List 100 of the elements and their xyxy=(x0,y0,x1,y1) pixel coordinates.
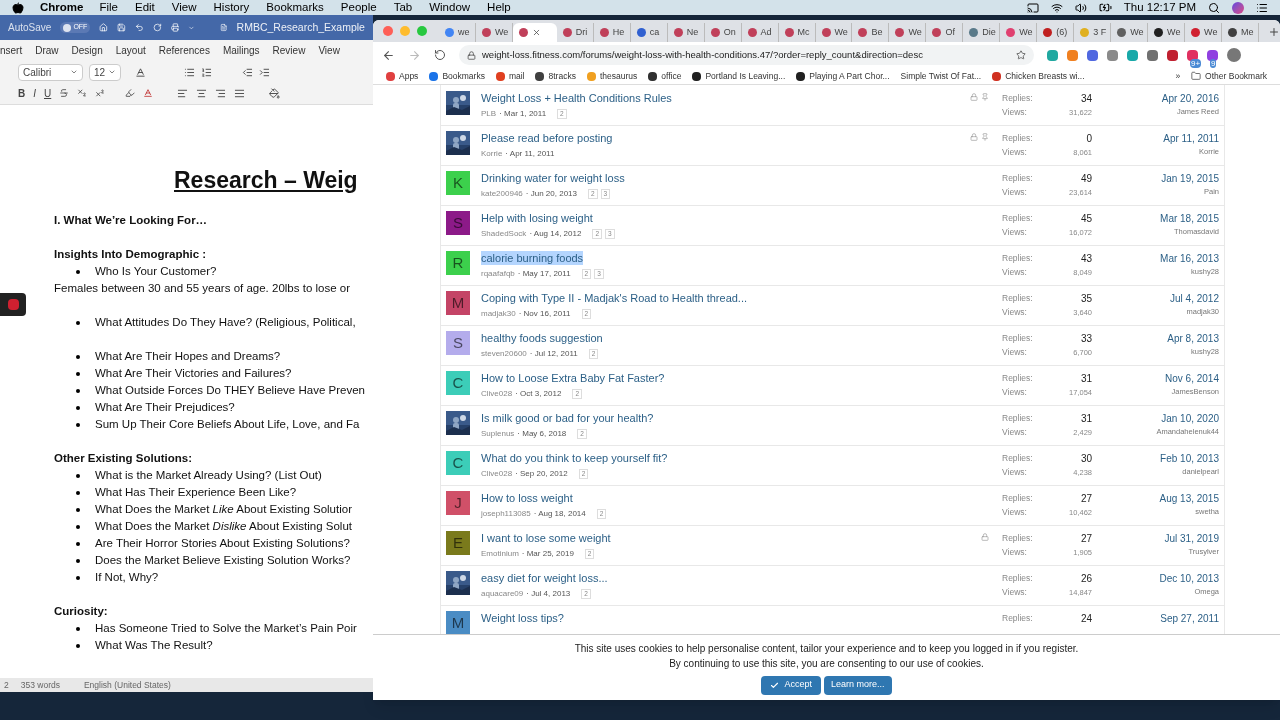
thread-title[interactable]: How to loss weight xyxy=(481,491,573,505)
thread-author[interactable]: Emotinium xyxy=(481,548,519,560)
ribbon-tab[interactable]: Layout xyxy=(115,42,146,58)
format-button[interactable]: I xyxy=(33,85,36,101)
thread-author[interactable]: joseph113085 xyxy=(481,508,531,520)
align-center-icon[interactable] xyxy=(196,87,208,99)
new-tab-icon[interactable] xyxy=(1267,26,1280,38)
last-post-date[interactable]: Feb 10, 2013 xyxy=(1160,451,1219,466)
ribbon-tab[interactable]: References xyxy=(158,42,210,58)
thread-title[interactable]: Is milk good or bad for your health? xyxy=(481,411,654,425)
highlight-icon[interactable] xyxy=(125,88,136,98)
extension-icon[interactable] xyxy=(1107,49,1118,61)
ribbon-tab[interactable]: Mailings xyxy=(222,42,260,58)
menu-item[interactable]: Window xyxy=(429,0,471,17)
extension-icon[interactable] xyxy=(1127,49,1138,61)
last-post-date[interactable]: Apr 20, 2016 xyxy=(1161,91,1219,106)
align-right-icon[interactable] xyxy=(215,87,227,99)
bookmark[interactable]: office xyxy=(648,69,682,83)
thread-title[interactable]: Drinking water for weight loss xyxy=(481,171,625,185)
search-icon[interactable] xyxy=(1208,1,1220,14)
thread-author[interactable]: madjak30 xyxy=(481,308,516,320)
last-post-date[interactable]: Jan 10, 2020 xyxy=(1161,411,1219,426)
wifi-icon[interactable] xyxy=(1050,1,1063,14)
superscript-icon[interactable] xyxy=(95,88,106,98)
last-post-date[interactable]: Mar 18, 2015 xyxy=(1160,211,1219,226)
thread-author[interactable]: PLB xyxy=(481,108,497,120)
align-left-icon[interactable] xyxy=(177,87,189,99)
thread-title[interactable]: calorie burning foods xyxy=(481,251,584,265)
siri-icon[interactable] xyxy=(1232,1,1244,14)
shading-icon[interactable] xyxy=(269,87,281,99)
strikethrough-icon[interactable] xyxy=(59,88,70,98)
menu-item[interactable]: Edit xyxy=(135,0,155,17)
thread-title[interactable]: Help with losing weight xyxy=(481,211,593,225)
volume-icon[interactable] xyxy=(1074,1,1087,14)
airplay-icon[interactable] xyxy=(1026,1,1039,14)
thread-title[interactable]: How to Loose Extra Baby Fat Faster? xyxy=(481,371,665,385)
app-menu[interactable]: Chrome xyxy=(40,0,84,17)
last-post-date[interactable]: Mar 16, 2013 xyxy=(1160,251,1219,266)
thread-title[interactable]: What do you think to keep yourself fit? xyxy=(481,451,668,465)
justify-icon[interactable] xyxy=(234,87,246,99)
thread-author[interactable]: Clive028 xyxy=(481,468,513,480)
bookmark[interactable]: 8tracks xyxy=(535,69,576,83)
avatar[interactable]: K xyxy=(446,171,470,195)
last-post-date[interactable]: Apr 11, 2011 xyxy=(1163,131,1219,146)
indent-icon[interactable] xyxy=(259,66,270,78)
thread-author[interactable]: Korrie xyxy=(481,148,503,160)
ribbon-tab[interactable]: nsert xyxy=(0,42,23,58)
bookmark[interactable]: Playing A Part Chor... xyxy=(796,69,890,83)
font-field[interactable]: Calibri xyxy=(18,63,83,81)
home-icon[interactable] xyxy=(99,21,109,34)
bookmark[interactable]: Portland Is Leaving... xyxy=(692,69,786,83)
last-post-date[interactable]: Nov 6, 2014 xyxy=(1165,371,1219,386)
last-post-date[interactable]: Jul 4, 2012 xyxy=(1170,291,1219,306)
thread-title[interactable]: Weight loss tips? xyxy=(481,611,564,625)
text-color-icon[interactable] xyxy=(143,88,154,98)
ribbon-tab[interactable]: Draw xyxy=(35,42,59,58)
thread-title[interactable]: Coping with Type II - Madjak's Road to Health thread... xyxy=(481,291,748,305)
bookmark[interactable]: thesaurus xyxy=(586,69,638,83)
accept-button[interactable]: Accept xyxy=(761,675,821,695)
bookmark[interactable]: Apps xyxy=(386,69,419,83)
clock[interactable]: Thu 12:17 PM xyxy=(1123,0,1196,17)
thread-author[interactable]: steven20600 xyxy=(481,348,527,360)
thread-author[interactable]: Clive028 xyxy=(481,388,513,400)
bookmark[interactable]: Bookmarks xyxy=(429,69,485,83)
menu-item[interactable]: View xyxy=(171,0,197,17)
subscript-icon[interactable] xyxy=(77,88,88,98)
avatar[interactable]: S xyxy=(446,331,470,355)
thread-title[interactable]: Weight Loss + Health Conditions Rules xyxy=(481,91,672,105)
font-size-field[interactable]: 12 xyxy=(89,63,121,81)
last-post-date[interactable]: Jul 31, 2019 xyxy=(1164,531,1219,546)
last-post-date[interactable]: Apr 8, 2013 xyxy=(1167,331,1219,346)
thread-author[interactable]: ShadedSock xyxy=(481,228,527,240)
notification-center-icon[interactable] xyxy=(1256,1,1268,14)
thread-author[interactable]: rqaafafqb xyxy=(481,268,515,280)
address-bar[interactable]: weight-loss.fitness.com/forums/weight-loss-with-health-conditions.47/?order=reply_count&direction=desc xyxy=(459,45,1034,65)
language-status[interactable]: English (United States) xyxy=(83,678,171,692)
more-bookmarks-button[interactable]: » xyxy=(1175,69,1181,83)
thread-author[interactable]: kate200946 xyxy=(481,188,523,200)
ribbon-tab[interactable]: View xyxy=(318,42,340,58)
menu-item[interactable]: File xyxy=(99,0,118,17)
outdent-icon[interactable] xyxy=(242,66,253,78)
bullets-icon[interactable] xyxy=(184,66,195,78)
extension-icon[interactable] xyxy=(1147,49,1158,61)
menu-item[interactable]: Help xyxy=(487,0,511,17)
ribbon-tab[interactable]: Review xyxy=(272,42,306,58)
back-icon[interactable] xyxy=(382,48,395,62)
extension-icon[interactable] xyxy=(1047,49,1058,61)
print-icon[interactable] xyxy=(170,21,180,34)
last-post-date[interactable]: Aug 13, 2015 xyxy=(1159,491,1219,506)
battery-icon[interactable] xyxy=(1098,1,1112,14)
menu-item[interactable]: History xyxy=(213,0,250,17)
reload-icon[interactable] xyxy=(434,49,446,61)
menu-item[interactable]: People xyxy=(340,0,377,17)
extension-icon[interactable] xyxy=(1067,49,1078,61)
avatar[interactable]: C xyxy=(446,371,470,395)
ribbon-tab[interactable]: Design xyxy=(71,42,103,58)
thread-title[interactable]: I want to lose some weight xyxy=(481,531,611,545)
thread-title[interactable]: healthy foods suggestion xyxy=(481,331,603,345)
profile-avatar[interactable] xyxy=(1227,48,1241,62)
thread-title[interactable]: easy diet for weight loss... xyxy=(481,571,608,585)
